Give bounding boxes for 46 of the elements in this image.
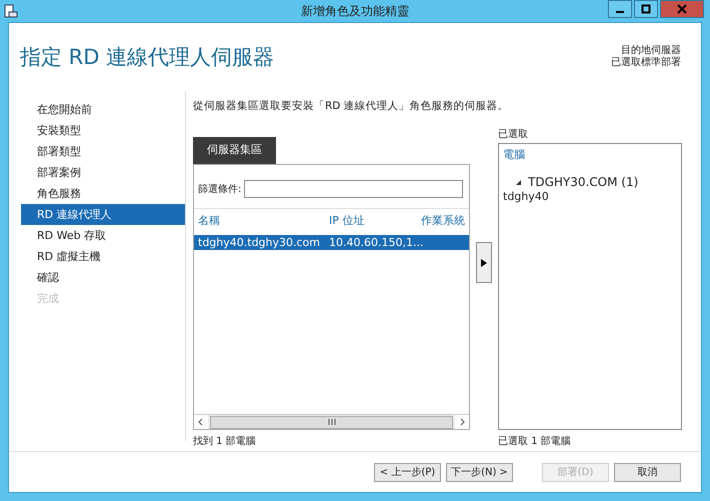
column-header[interactable]: 電腦 — [503, 147, 677, 162]
wizard-step[interactable]: RD 連線代理人 — [21, 204, 185, 225]
wizard-button[interactable]: 下一步(N) > — [446, 462, 513, 482]
filter-label: 篩選條件: — [198, 183, 242, 196]
wizard-step[interactable]: 安裝類型 — [21, 120, 185, 141]
minimize-icon — [616, 11, 624, 13]
selected-count: 已選取 1 部電腦 — [498, 434, 572, 448]
page-title: 指定 RD 連線代理人伺服器 — [20, 44, 274, 71]
collapse-icon[interactable] — [515, 178, 522, 186]
window-title: 新增角色及功能精靈 — [301, 2, 409, 20]
server-pool-tab[interactable]: 伺服器集區 — [193, 137, 276, 164]
destination-label: 已選取標準部署 — [611, 57, 681, 69]
column-header[interactable]: 作業系統 — [417, 212, 467, 228]
close-icon — [677, 4, 687, 14]
wizard-step[interactable]: RD 虛擬主機 — [21, 246, 185, 267]
add-button[interactable] — [476, 242, 492, 283]
selected-label: 已選取 — [498, 128, 529, 142]
scroll-left-icon[interactable] — [194, 415, 208, 429]
description: 從伺服器集區選取要安裝「RD 連線代理人」角色服務的伺服器。 — [193, 99, 510, 113]
computer-item[interactable]: tdghy40 — [503, 190, 677, 203]
table-cell-text: 10.40.60.150,1... — [329, 236, 424, 249]
minimize-button[interactable] — [608, 0, 632, 18]
wizard-button[interactable]: < 上一步(P) — [374, 462, 441, 482]
server-row[interactable]: tdghy40.tdghy30.com 10.40.60.150,1... — [194, 235, 469, 250]
found-count: 找到 1 部電腦 — [193, 434, 257, 448]
wizard-button[interactable]: 取消 — [614, 462, 681, 482]
scroll-right-icon[interactable] — [455, 415, 469, 429]
column-header[interactable]: 名稱 — [196, 212, 329, 228]
wizard-step[interactable]: 確認 — [21, 267, 185, 288]
destination-label: 目的地伺服器 — [621, 45, 681, 56]
domain-group[interactable]: TDGHY30.COM (1) — [528, 175, 638, 189]
wizard-step[interactable]: 角色服務 — [21, 183, 185, 204]
grip-icon — [328, 419, 336, 425]
play-arrow-icon — [481, 258, 487, 266]
column-header[interactable]: IP 位址 — [329, 212, 417, 228]
close-button[interactable] — [660, 0, 704, 18]
filter-field[interactable] — [244, 180, 463, 198]
maximize-icon — [641, 4, 651, 14]
table-cell-text: tdghy40.tdghy30.com — [197, 236, 321, 249]
wizard-step[interactable]: 部署類型 — [21, 141, 185, 162]
maximize-button[interactable] — [634, 0, 658, 18]
wizard-step[interactable]: 在您開始前 — [21, 99, 185, 120]
horizontal-scrollbar[interactable] — [194, 414, 469, 429]
server-icon — [4, 4, 18, 18]
wizard-step[interactable]: RD Web 存取 — [21, 225, 185, 246]
wizard-step[interactable]: 部署案例 — [21, 162, 185, 183]
